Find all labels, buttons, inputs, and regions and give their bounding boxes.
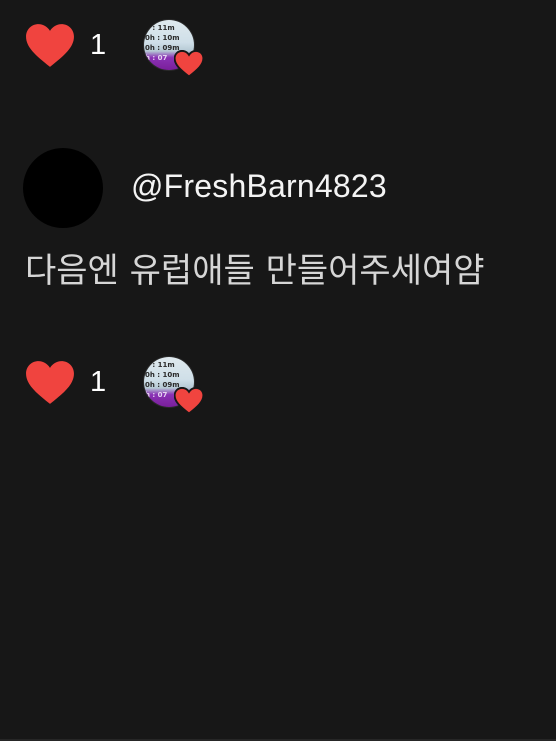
like-button[interactable] — [24, 358, 76, 406]
creator-liked-avatar: h : 11m 0h : 10m 0h : 09m h : 07 — [144, 20, 204, 78]
thumb-line: h : 11m — [145, 24, 175, 32]
creator-liked-avatar: h : 11m 0h : 10m 0h : 09m h : 07 — [144, 357, 204, 415]
action-row: 1 h : 11m 0h : 10m 0h : 09m h : 07 — [24, 17, 204, 78]
heart-icon — [26, 361, 74, 404]
comment-text: 다음엔 유럽애들 만들어주세여얌 — [25, 251, 485, 291]
thumb-line: 0h : 10m — [145, 371, 180, 379]
thumb-line: h : 11m — [145, 361, 175, 369]
heart-icon — [26, 24, 74, 67]
like-count: 1 — [90, 365, 107, 398]
like-button[interactable] — [24, 21, 76, 69]
thumb-line: 0h : 10m — [145, 34, 180, 42]
action-row: 1 h : 11m 0h : 10m 0h : 09m h : 07 — [24, 354, 204, 415]
like-count: 1 — [90, 28, 107, 61]
creator-heart-icon — [174, 50, 204, 78]
avatar[interactable] — [23, 148, 103, 228]
comment-author[interactable]: @FreshBarn4823 — [131, 168, 387, 205]
creator-heart-icon — [174, 387, 204, 415]
